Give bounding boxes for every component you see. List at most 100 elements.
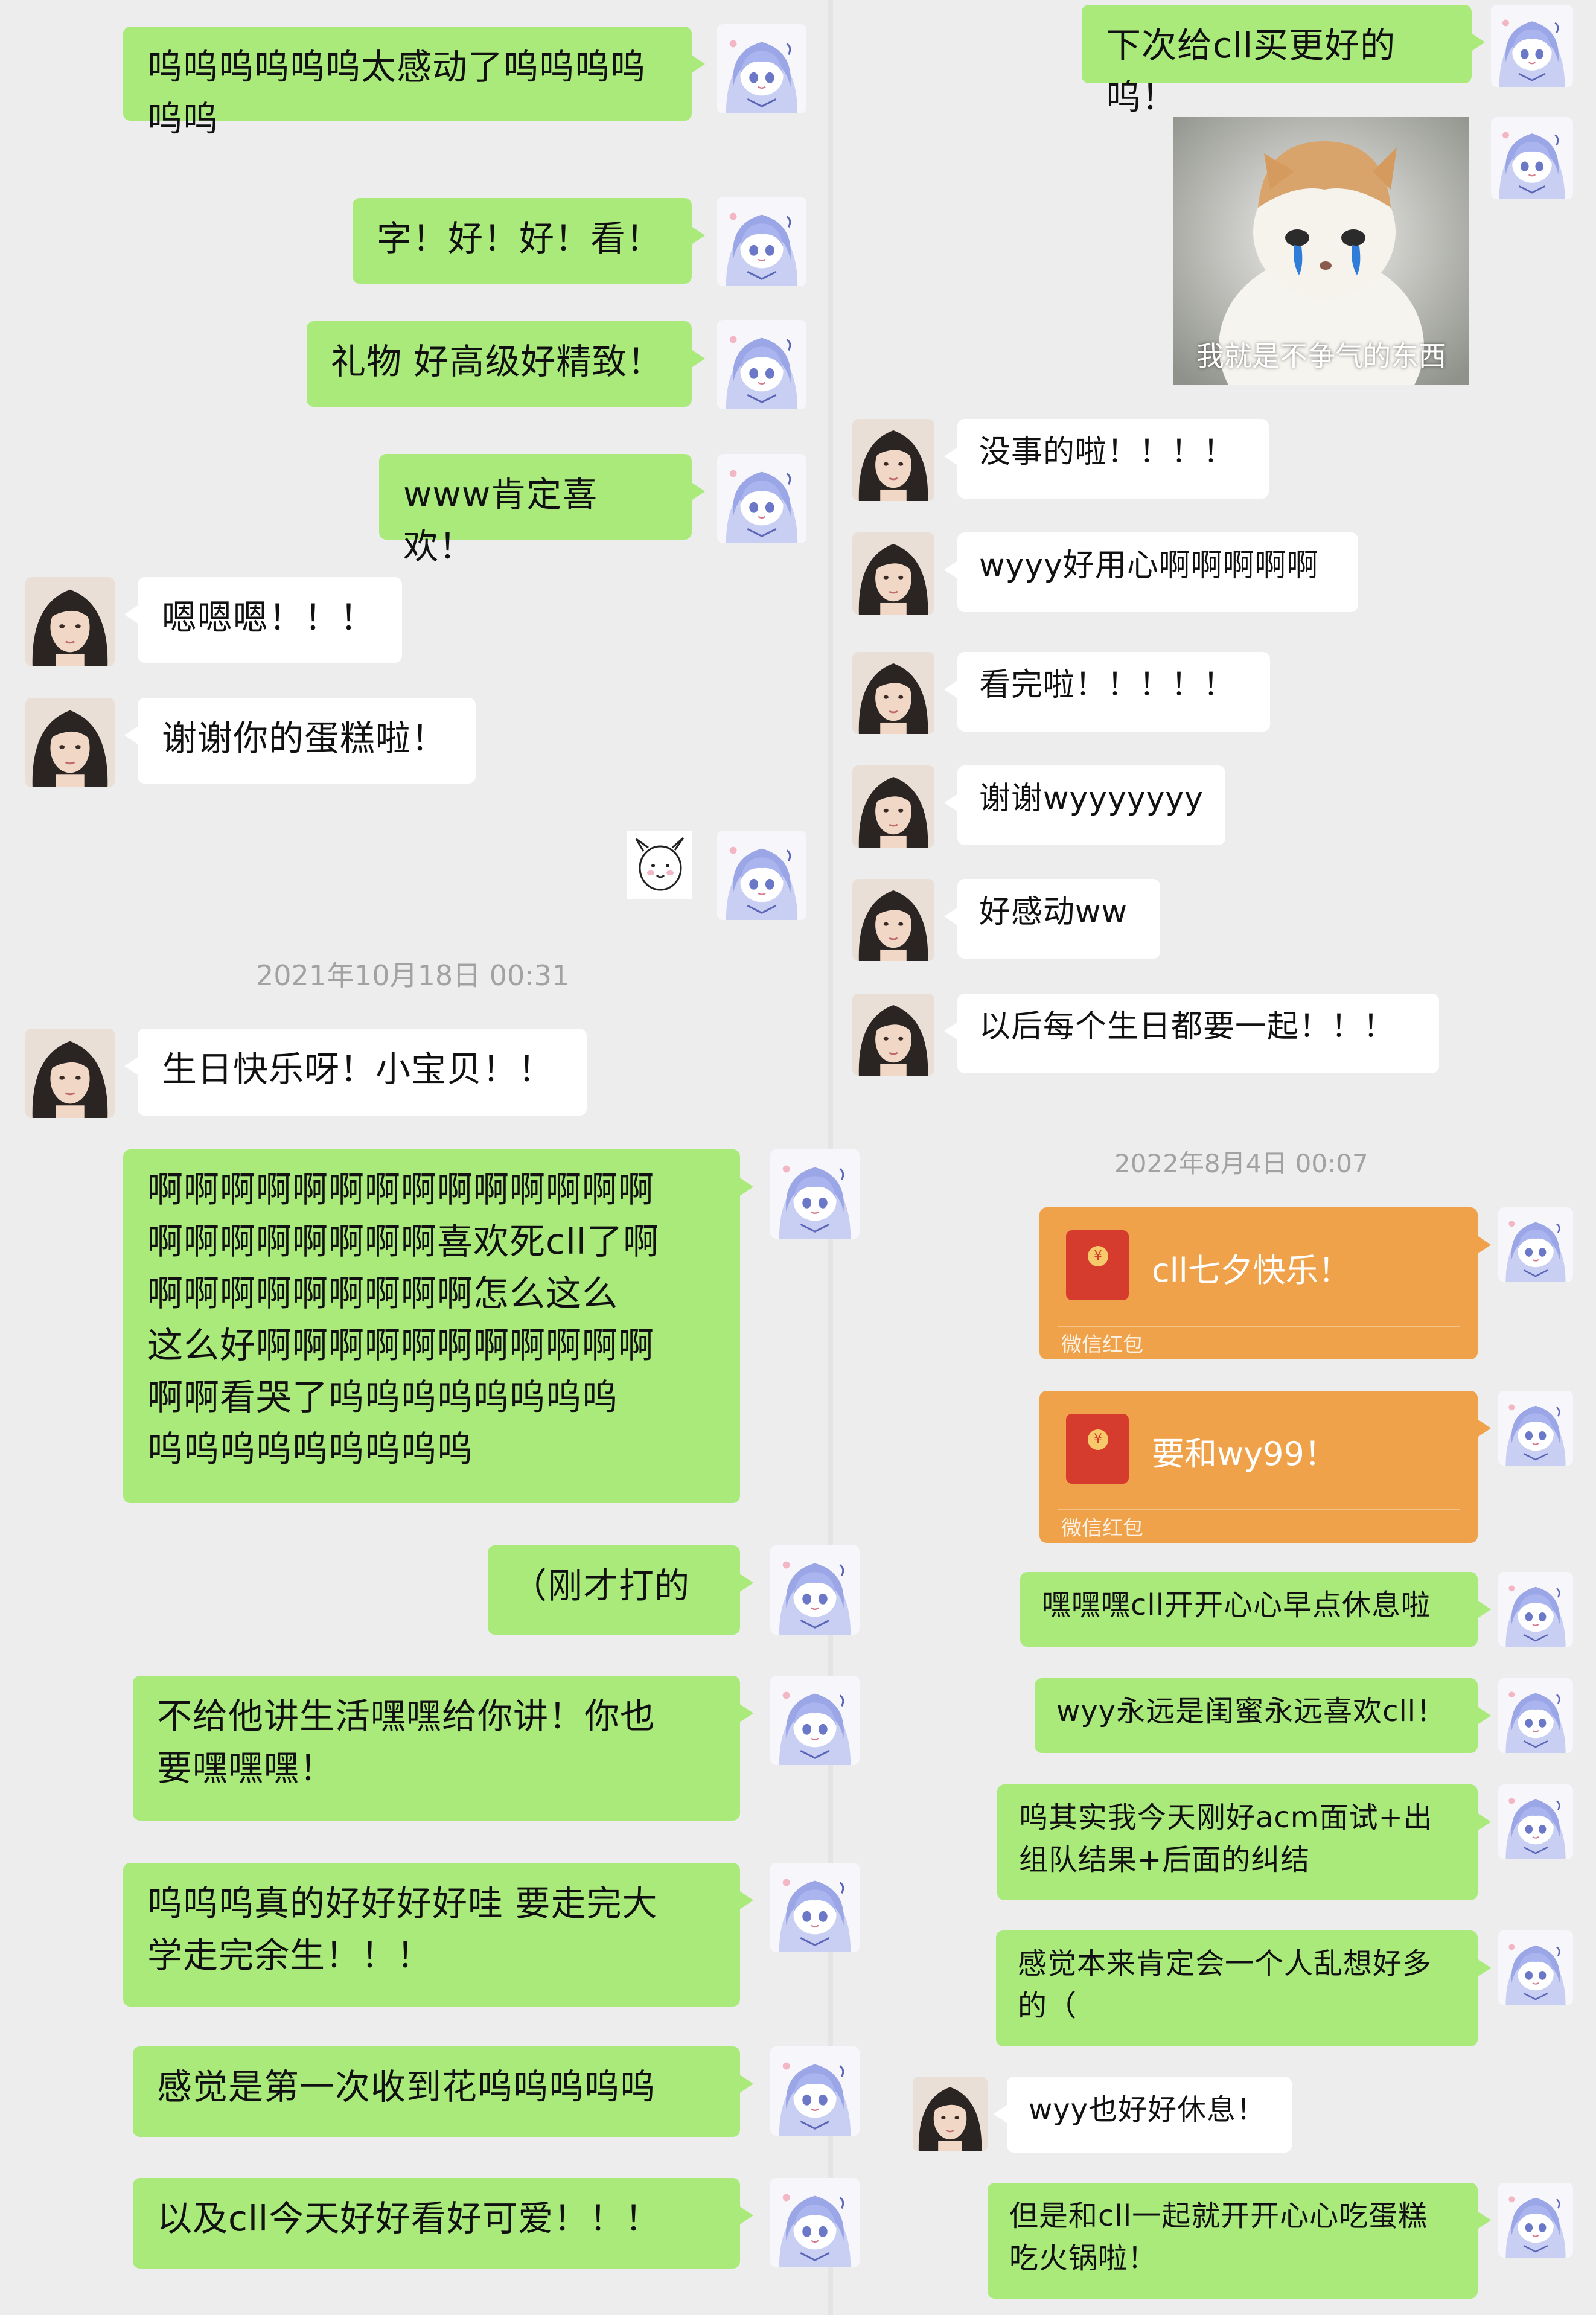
message-bubble[interactable]: wyy永远是闺蜜永远喜欢cll！ xyxy=(1035,1678,1491,1753)
message-bubble[interactable]: 嘿嘿嘿cll开开心心早点休息啦 xyxy=(1020,1572,1491,1647)
photo-avatar-art xyxy=(913,2077,988,2151)
message-bubble[interactable]: 没事的啦！！！！ xyxy=(944,419,1269,499)
anime-avatar-art xyxy=(1498,1678,1573,1753)
message-bubble[interactable]: 看完啦！！！！！ xyxy=(944,652,1270,732)
cat-sticker-image[interactable]: 我就是不争气的东西 xyxy=(1173,117,1469,385)
anime-avatar-art xyxy=(1491,117,1573,199)
anime-avatar-icon[interactable] xyxy=(770,1676,860,1765)
anime-avatar-icon[interactable] xyxy=(1498,1930,1573,2005)
anime-avatar-icon[interactable] xyxy=(717,197,806,286)
anime-avatar-art xyxy=(770,1149,860,1239)
goat-sticker-icon[interactable] xyxy=(627,831,692,899)
photo-avatar-icon[interactable] xyxy=(852,765,934,848)
photo-avatar-art xyxy=(852,419,934,501)
anime-avatar-icon[interactable] xyxy=(717,320,806,409)
message-bubble[interactable]: 但是和cll一起就开开心心吃蛋糕 吃火锅啦！ xyxy=(988,2183,1491,2299)
message-bubble[interactable]: 嗯嗯嗯！！！ xyxy=(124,577,402,663)
message-bubble[interactable]: 谢谢wyyyyyyy xyxy=(944,765,1225,845)
anime-avatar-icon[interactable] xyxy=(770,1863,860,1952)
photo-avatar-icon[interactable] xyxy=(25,577,115,666)
photo-avatar-icon[interactable] xyxy=(25,1029,115,1118)
anime-avatar-icon[interactable] xyxy=(770,2178,860,2267)
red-envelope-icon: ¥ xyxy=(1066,1230,1129,1300)
photo-avatar-icon[interactable] xyxy=(852,879,934,961)
photo-avatar-art xyxy=(25,1029,115,1118)
anime-avatar-art xyxy=(770,2178,860,2267)
anime-avatar-icon[interactable] xyxy=(1498,1784,1573,1859)
photo-avatar-icon[interactable] xyxy=(852,994,934,1076)
timestamp: 2021年10月18日 00:31 xyxy=(256,959,570,992)
red-packet-divider xyxy=(1058,1326,1460,1327)
anime-avatar-art xyxy=(717,24,806,113)
anime-avatar-icon[interactable] xyxy=(770,1149,860,1239)
photo-avatar-icon[interactable] xyxy=(852,419,934,501)
message-bubble[interactable]: 生日快乐呀！小宝贝！！ xyxy=(124,1029,587,1116)
anime-avatar-art xyxy=(1498,1930,1573,2005)
red-packet-label: 微信红包 xyxy=(1061,1333,1143,1357)
anime-avatar-art xyxy=(770,2046,860,2136)
message-bubble[interactable]: www肯定喜欢！ xyxy=(379,454,705,567)
photo-avatar-art xyxy=(852,532,934,615)
anime-avatar-art xyxy=(717,831,806,920)
message-bubble[interactable]: （刚才打的 xyxy=(488,1545,753,1635)
anime-avatar-art xyxy=(1498,1784,1573,1859)
message-bubble[interactable]: 不给他讲生活嘿嘿给你讲！你也 要嘿嘿嘿！ xyxy=(133,1676,753,1821)
red-envelope-icon: ¥ xyxy=(1066,1414,1129,1484)
anime-avatar-art xyxy=(1498,2183,1573,2258)
message-bubble[interactable]: 感觉是第一次收到花呜呜呜呜呜 xyxy=(133,2046,753,2137)
anime-avatar-art xyxy=(1491,5,1573,87)
photo-avatar-icon[interactable] xyxy=(852,532,934,615)
photo-avatar-art xyxy=(852,994,934,1076)
anime-avatar-art xyxy=(1498,1572,1573,1647)
message-bubble[interactable]: 谢谢你的蛋糕啦！ xyxy=(124,698,476,784)
photo-avatar-art xyxy=(852,765,934,848)
message-bubble[interactable]: 呜其实我今天刚好acm面试+出 组队结果+后面的纠结 xyxy=(997,1784,1491,1900)
anime-avatar-art xyxy=(770,1863,860,1952)
message-bubble[interactable]: 呜呜呜呜呜呜太感动了呜呜呜呜 呜呜 xyxy=(123,27,705,139)
red-packet-label: 微信红包 xyxy=(1061,1516,1143,1541)
message-bubble[interactable]: 下次给cll买更好的呜！ xyxy=(1082,5,1485,118)
anime-avatar-art xyxy=(717,197,806,286)
anime-avatar-art xyxy=(1498,1207,1573,1282)
red-packet[interactable]: ¥ 要和wy99！ 微信红包 xyxy=(1039,1391,1491,1543)
photo-avatar-art xyxy=(852,652,934,734)
anime-avatar-icon[interactable] xyxy=(717,831,806,920)
anime-avatar-icon[interactable] xyxy=(1498,1207,1573,1282)
photo-avatar-icon[interactable] xyxy=(913,2077,988,2151)
anime-avatar-icon[interactable] xyxy=(770,1545,860,1635)
red-packet-title: cll七夕快乐！ xyxy=(1152,1251,1351,1289)
anime-avatar-icon[interactable] xyxy=(770,2046,860,2136)
anime-avatar-icon[interactable] xyxy=(1498,1678,1573,1753)
photo-avatar-art xyxy=(25,577,115,666)
message-bubble[interactable]: 好感动ww xyxy=(944,879,1160,959)
photo-avatar-icon[interactable] xyxy=(852,652,934,734)
message-bubble[interactable]: 字！好！好！看！ xyxy=(353,198,705,284)
anime-avatar-icon[interactable] xyxy=(1498,1572,1573,1647)
red-packet-divider xyxy=(1058,1509,1460,1510)
timestamp: 2022年8月4日 00:07 xyxy=(1114,1149,1368,1178)
message-bubble[interactable]: 感觉本来肯定会一个人乱想好多 的（ xyxy=(996,1930,1491,2046)
message-bubble[interactable]: 以后每个生日都要一起！！！ xyxy=(944,994,1439,1073)
anime-avatar-icon[interactable] xyxy=(717,24,806,113)
sticker-caption: 我就是不争气的东西 xyxy=(1196,340,1446,372)
message-bubble[interactable]: 呜呜呜真的好好好好哇 要走完大 学走完余生！！！ xyxy=(123,1863,753,2007)
message-bubble[interactable]: 礼物 好高级好精致！ xyxy=(307,321,705,407)
red-packet[interactable]: ¥ cll七夕快乐！ 微信红包 xyxy=(1039,1207,1491,1359)
anime-avatar-icon[interactable] xyxy=(1498,2183,1573,2258)
anime-avatar-icon[interactable] xyxy=(1498,1391,1573,1466)
anime-avatar-icon[interactable] xyxy=(717,454,806,543)
photo-avatar-icon[interactable] xyxy=(25,698,115,787)
anime-avatar-art xyxy=(717,454,806,543)
photo-avatar-art xyxy=(25,698,115,787)
anime-avatar-icon[interactable] xyxy=(1491,117,1573,199)
anime-avatar-art xyxy=(717,320,806,409)
message-bubble[interactable]: wyyy好用心啊啊啊啊啊 xyxy=(944,532,1358,612)
anime-avatar-icon[interactable] xyxy=(1491,5,1573,87)
photo-avatar-art xyxy=(852,879,934,961)
message-bubble[interactable]: 以及cll今天好好看好可爱！！！ xyxy=(133,2178,753,2269)
red-packet-title: 要和wy99！ xyxy=(1152,1435,1337,1473)
anime-avatar-art xyxy=(770,1676,860,1765)
message-bubble[interactable]: wyy也好好休息！ xyxy=(994,2077,1292,2153)
anime-avatar-art xyxy=(1498,1391,1573,1466)
message-bubble[interactable]: 啊啊啊啊啊啊啊啊啊啊啊啊啊啊 啊啊啊啊啊啊啊啊喜欢死cll了啊 啊啊啊啊啊啊啊啊… xyxy=(123,1149,753,1503)
